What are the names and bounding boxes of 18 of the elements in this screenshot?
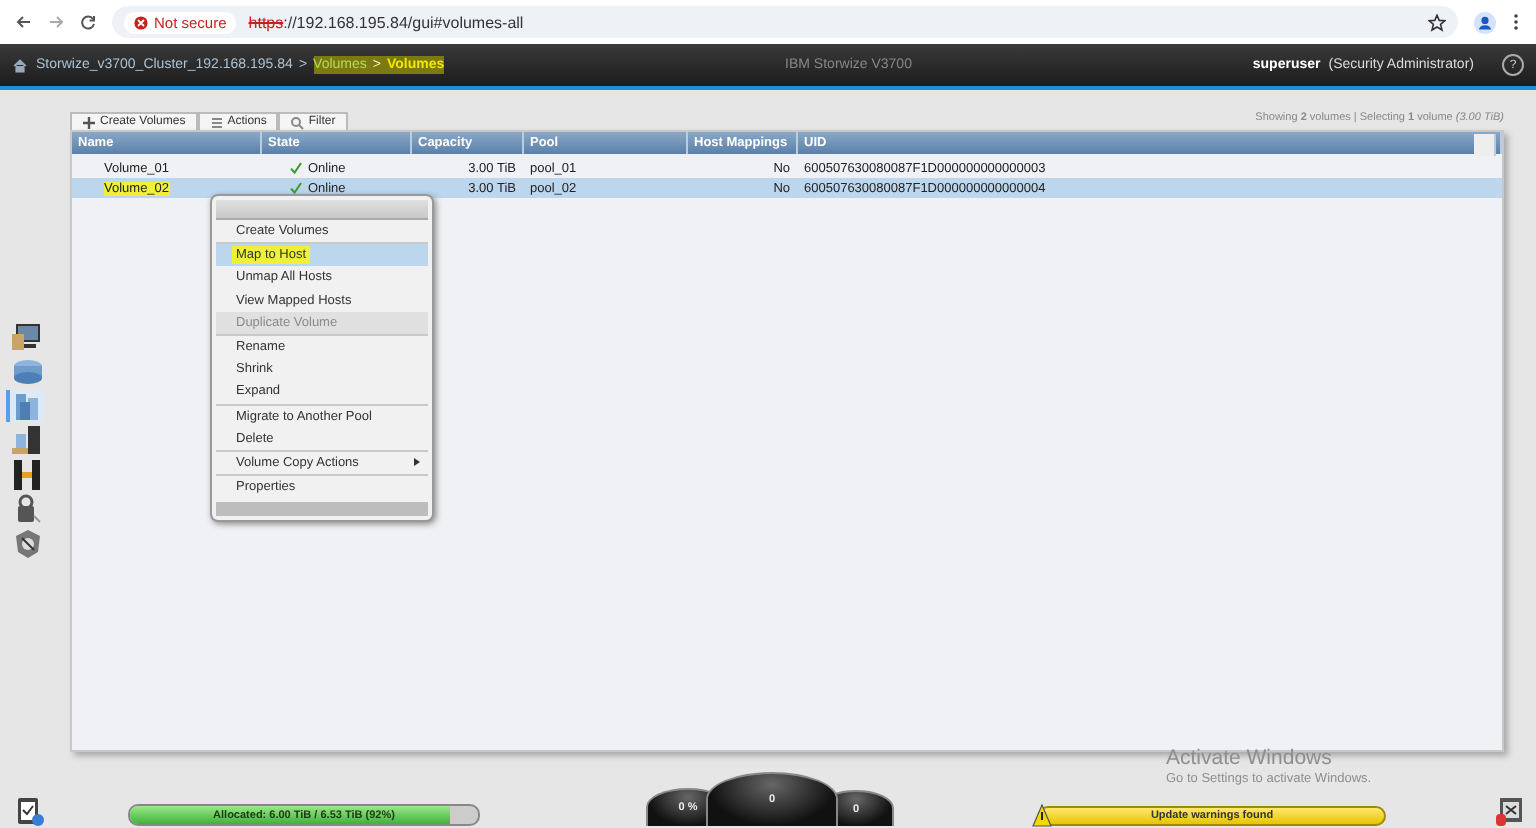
search-icon bbox=[290, 115, 305, 129]
event-log-icon[interactable] bbox=[1496, 794, 1524, 826]
warning-icon bbox=[134, 15, 148, 29]
url-text: https://192.168.195.84/gui#volumes-all bbox=[248, 13, 524, 31]
warning-icon bbox=[1032, 804, 1052, 828]
monitor-icon[interactable] bbox=[6, 322, 44, 354]
list-icon bbox=[209, 115, 224, 129]
star-icon[interactable] bbox=[1428, 13, 1446, 31]
reload-icon[interactable] bbox=[80, 14, 96, 30]
home-icon[interactable] bbox=[12, 57, 28, 73]
submenu-arrow-icon bbox=[414, 458, 420, 467]
activation-title: Activate Windows bbox=[1166, 748, 1334, 772]
menu-icon[interactable] bbox=[1512, 12, 1520, 32]
plus-icon bbox=[82, 115, 96, 129]
server-icon[interactable] bbox=[6, 424, 44, 456]
clipboard-icon[interactable] bbox=[16, 794, 44, 826]
back-icon[interactable] bbox=[16, 14, 32, 30]
profile-icon[interactable] bbox=[1474, 11, 1496, 33]
